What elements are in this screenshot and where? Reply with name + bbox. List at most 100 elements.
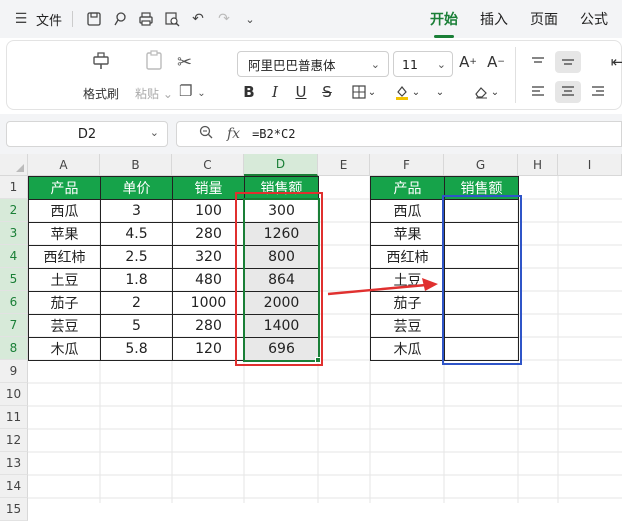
format-painter-button[interactable]: 格式刷 (83, 49, 119, 102)
border-icon[interactable]: ⌄ (349, 81, 379, 103)
format-painter-label: 格式刷 (83, 87, 120, 101)
wrap-text-icon[interactable]: ⇤ (607, 51, 622, 73)
clear-format-icon[interactable]: ⌄ (469, 81, 503, 103)
row-header[interactable]: 2 (0, 199, 28, 222)
formula-bar: D2 ⌄ fx =B2*C2 (0, 114, 622, 154)
copy-button[interactable]: ❐ ⌄ (179, 79, 206, 106)
lookup-product-cell[interactable]: 苹果 (370, 222, 445, 246)
formula-text: =B2*C2 (252, 127, 296, 141)
lookup-header-product[interactable]: 产品 (370, 176, 445, 200)
lookup-product-cell[interactable]: 芸豆 (370, 314, 445, 338)
font-size-select[interactable]: 11 ⌄ (393, 51, 453, 77)
fx-icon[interactable]: fx (227, 126, 240, 142)
font-size-value: 11 (402, 56, 418, 72)
tab-insert[interactable]: 插入 (480, 9, 508, 29)
lookup-product-cell[interactable]: 西瓜 (370, 199, 445, 223)
table-cell[interactable]: 芸豆 (28, 314, 101, 338)
chevron-down-icon: ⌄ (370, 57, 380, 71)
print-icon[interactable] (135, 8, 157, 30)
print-preview-icon[interactable] (161, 8, 183, 30)
blue-highlight-box (442, 195, 522, 365)
column-header-b[interactable]: B (100, 154, 172, 176)
menu-bar: ☰ 文件 ↶ ↷ ⌄ 开始 插入 页面 公式 (0, 0, 622, 38)
chevron-down-icon: ⌄ (149, 126, 159, 139)
paste-label: 粘贴 ⌄ (135, 87, 173, 101)
table-cell[interactable]: 西瓜 (28, 199, 101, 223)
row-header[interactable]: 15 (0, 498, 28, 521)
column-header-h[interactable]: H (518, 154, 558, 176)
row-header[interactable]: 1 (0, 176, 28, 199)
table-header-product[interactable]: 产品 (28, 176, 101, 200)
column-header-a[interactable]: A (28, 154, 100, 176)
row-header[interactable]: 7 (0, 314, 28, 337)
column-header-e[interactable]: E (318, 154, 370, 176)
column-header-c[interactable]: C (172, 154, 244, 176)
paste-button[interactable]: 粘贴 ⌄ (135, 49, 173, 102)
row-header[interactable]: 13 (0, 452, 28, 475)
undo-icon[interactable]: ↶ (187, 8, 209, 30)
file-menu[interactable]: 文件 (36, 10, 62, 29)
table-cell[interactable]: 2 (100, 291, 173, 315)
table-header-price[interactable]: 单价 (100, 176, 173, 200)
redo-icon[interactable]: ↷ (213, 8, 235, 30)
tab-page[interactable]: 页面 (530, 9, 558, 29)
save-icon[interactable] (83, 8, 105, 30)
align-top-icon[interactable] (525, 51, 551, 73)
table-cell[interactable]: 2.5 (100, 245, 173, 269)
tab-home[interactable]: 开始 (430, 9, 458, 38)
font-name-select[interactable]: 阿里巴巴普惠体 ⌄ (237, 51, 389, 77)
align-left-icon[interactable] (525, 81, 551, 103)
row-header[interactable]: 10 (0, 383, 28, 406)
formula-input[interactable]: fx =B2*C2 (176, 121, 622, 147)
align-right-icon[interactable] (585, 81, 611, 103)
underline-icon[interactable]: U (291, 81, 311, 103)
strikethrough-icon[interactable]: S (317, 81, 337, 103)
table-cell[interactable]: 5.8 (100, 337, 173, 361)
fill-color-icon[interactable]: ⌄ (391, 81, 423, 103)
scissors-icon: ✂ (177, 52, 193, 73)
increase-font-icon[interactable]: A + (457, 51, 479, 73)
zoom-icon[interactable] (199, 125, 213, 143)
decrease-font-icon[interactable]: A − (485, 51, 507, 73)
lookup-product-cell[interactable]: 西红柿 (370, 245, 445, 269)
row-header[interactable]: 4 (0, 245, 28, 268)
chevron-down-icon[interactable]: ⌄ (239, 8, 261, 30)
row-header[interactable]: 8 (0, 337, 28, 360)
row-header[interactable]: 11 (0, 406, 28, 429)
copy-icon: ❐ ⌄ (179, 82, 206, 100)
bold-icon[interactable]: B (239, 81, 259, 103)
table-cell[interactable]: 茄子 (28, 291, 101, 315)
table-cell[interactable]: 土豆 (28, 268, 101, 292)
lookup-product-cell[interactable]: 木瓜 (370, 337, 445, 361)
row-header[interactable]: 12 (0, 429, 28, 452)
tab-formula[interactable]: 公式 (580, 9, 608, 29)
divider (515, 47, 516, 103)
column-header-g[interactable]: G (444, 154, 518, 176)
table-cell[interactable]: 木瓜 (28, 337, 101, 361)
column-header-f[interactable]: F (370, 154, 444, 176)
cut-button[interactable]: ✂ (177, 51, 192, 75)
table-cell[interactable]: 4.5 (100, 222, 173, 246)
align-center-icon[interactable] (555, 81, 581, 103)
table-cell[interactable]: 1.8 (100, 268, 173, 292)
row-header[interactable]: 14 (0, 475, 28, 498)
table-cell[interactable]: 5 (100, 314, 173, 338)
table-cell[interactable]: 苹果 (28, 222, 101, 246)
table-cell[interactable]: 西红柿 (28, 245, 101, 269)
find-icon[interactable] (109, 8, 131, 30)
chevron-down-icon: ⌄ (436, 57, 446, 71)
name-box[interactable]: D2 ⌄ (6, 121, 168, 147)
row-header[interactable]: 6 (0, 291, 28, 314)
hamburger-menu-icon[interactable]: ☰ (10, 8, 32, 30)
align-middle-icon[interactable] (555, 51, 581, 73)
column-header-d[interactable]: D (244, 154, 318, 176)
row-header[interactable]: 9 (0, 360, 28, 383)
select-all-corner[interactable] (0, 154, 28, 176)
row-header[interactable]: 3 (0, 222, 28, 245)
table-cell[interactable]: 3 (100, 199, 173, 223)
red-highlight-box (235, 192, 323, 366)
row-header[interactable]: 5 (0, 268, 28, 291)
column-header-i[interactable]: I (558, 154, 622, 176)
italic-icon[interactable]: I (265, 81, 285, 103)
font-color-icon[interactable]: ⌄ (431, 81, 449, 103)
